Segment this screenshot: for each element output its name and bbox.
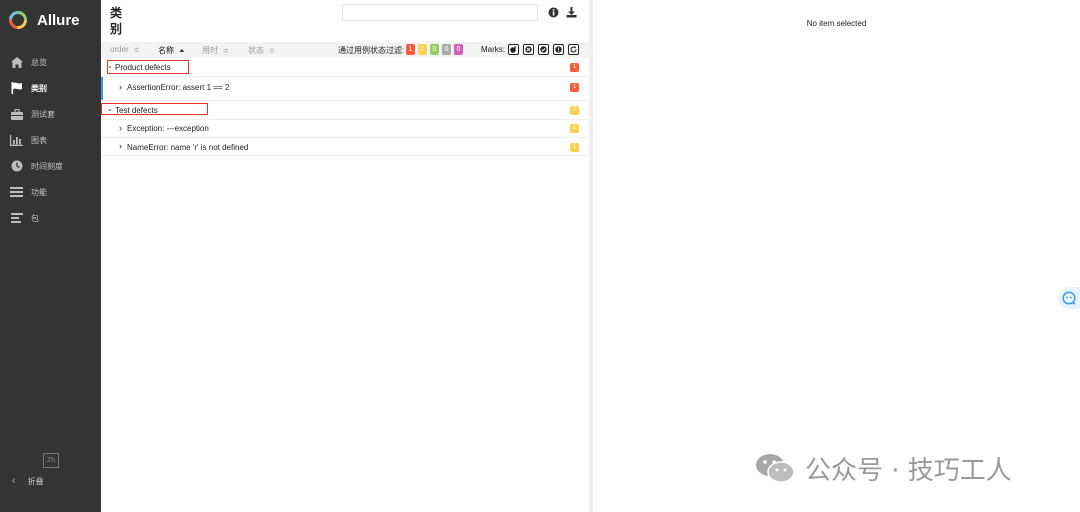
chevron-right-icon: › [119, 82, 122, 92]
sort-label: 名称 [158, 46, 174, 55]
categories-pane: 类别 order ≑ 名称 ⏶ 用时 ≑ 状态 ≑ 通过用例状态过滤: 1 2 0 0 … [101, 0, 589, 512]
tree-item[interactable]: › Exception: ---exception 1 [101, 120, 589, 138]
home-icon [10, 56, 23, 69]
tree-item[interactable]: › NameError: name 'r' is not defined 1 [101, 138, 589, 156]
empty-detail-text: No item selected [806, 19, 867, 28]
filter-skipped-badge[interactable]: 0 [442, 44, 451, 55]
item-count-badge: 1 [570, 124, 579, 133]
sidebar-item-timeline[interactable]: 时间刻度 [0, 153, 101, 179]
mark-retries-button[interactable] [568, 44, 579, 55]
item-count-badge: 1 [570, 143, 579, 152]
sidebar-nav: 总览 类别 测试套 图表 时间刻度 功能 包 [0, 49, 101, 231]
watermark-text: 公众号 · 技巧工人 [805, 455, 1012, 486]
sort-name[interactable]: 名称 ⏶ [158, 45, 185, 56]
marks-label: Marks: [481, 45, 505, 54]
sort-icon: ≑ [133, 47, 140, 54]
align-left-icon [10, 212, 23, 225]
sort-duration[interactable]: 用时 ≑ [202, 45, 229, 56]
filter-broken-badge[interactable]: 2 [418, 44, 427, 55]
bar-chart-icon [10, 134, 23, 147]
search-input[interactable] [342, 4, 538, 21]
new-passed-icon [540, 46, 547, 53]
sort-status[interactable]: 状态 ≑ [248, 45, 275, 56]
collapse-button[interactable]: ‹ 折叠 [12, 475, 44, 487]
page-title: 类别 [110, 6, 123, 36]
sidebar: Allure 总览 类别 测试套 图表 时间刻度 功能 包 Zh ‹ 折叠 [0, 0, 101, 512]
highlight-box [101, 103, 208, 115]
allure-logo-icon [9, 11, 27, 29]
sidebar-item-label: 功能 [31, 187, 47, 197]
sort-label: 状态 [248, 46, 264, 55]
detail-pane: No item selected [593, 0, 1080, 512]
clock-icon [10, 160, 23, 173]
chevron-left-icon: ‹ [12, 475, 16, 487]
item-count-badge: 1 [570, 83, 579, 92]
download-icon[interactable] [566, 7, 577, 18]
list-icon [10, 186, 23, 199]
highlight-box [107, 60, 189, 74]
filter-unknown-badge[interactable]: 0 [454, 44, 463, 55]
chat-button[interactable] [1058, 287, 1080, 309]
sort-asc-icon: ⏶ [179, 48, 185, 55]
chevron-right-icon: › [119, 123, 122, 133]
mark-new-failed-button[interactable] [523, 44, 534, 55]
group-count-badge: 1 [570, 63, 579, 72]
language-selector[interactable]: Zh [43, 453, 59, 468]
watermark: 公众号 · 技巧工人 [755, 450, 1012, 486]
refresh-icon [570, 46, 577, 53]
sidebar-item-packages[interactable]: 包 [0, 205, 101, 231]
sort-icon: ≑ [269, 48, 275, 55]
sidebar-item-label: 图表 [31, 135, 47, 145]
status-filter-label: 通过用例状态过滤: [338, 46, 405, 55]
brand[interactable]: Allure [8, 9, 80, 31]
collapse-label: 折叠 [27, 476, 44, 486]
mark-flaky-button[interactable] [508, 44, 519, 55]
sidebar-item-suites[interactable]: 测试套 [0, 101, 101, 127]
wechat-icon [756, 454, 795, 483]
filter-failed-badge[interactable]: 1 [406, 44, 415, 55]
new-failed-icon [525, 46, 532, 53]
tree-item[interactable]: › AssertionError: assert 1 == 2 1 [101, 77, 589, 101]
item-name: Exception: ---exception [127, 124, 209, 133]
sidebar-item-label: 类别 [31, 83, 47, 93]
sidebar-item-label: 测试套 [31, 109, 55, 119]
group-count-badge: 2 [570, 106, 579, 115]
sidebar-item-overview[interactable]: 总览 [0, 49, 101, 75]
mark-new-broken-button[interactable] [553, 44, 564, 55]
app-name: Allure [37, 11, 80, 29]
sidebar-item-label: 包 [31, 213, 39, 223]
tree-toolbar: order ≑ 名称 ⏶ 用时 ≑ 状态 ≑ 通过用例状态过滤: 1 2 0 0 0 M… [101, 42, 589, 58]
bomb-icon [510, 46, 516, 53]
item-name: NameError: name 'r' is not defined [127, 143, 249, 152]
filter-passed-badge[interactable]: 0 [430, 44, 439, 55]
chevron-right-icon: › [119, 141, 122, 151]
sort-label: 用时 [202, 46, 218, 55]
chat-icon [1062, 291, 1076, 305]
flag-icon [10, 82, 23, 95]
sidebar-item-graphs[interactable]: 图表 [0, 127, 101, 153]
mark-new-passed-button[interactable] [538, 44, 549, 55]
sort-icon: ≑ [223, 48, 229, 55]
info-icon[interactable] [548, 7, 559, 18]
new-broken-icon [555, 46, 562, 53]
sidebar-item-behaviors[interactable]: 功能 [0, 179, 101, 205]
sidebar-item-label: 总览 [31, 57, 47, 67]
briefcase-icon [10, 108, 23, 121]
sidebar-item-categories[interactable]: 类别 [0, 75, 101, 101]
sort-label: order [110, 45, 129, 54]
sort-order[interactable]: order ≑ [110, 45, 140, 54]
sidebar-item-label: 时间刻度 [31, 161, 63, 171]
item-name: AssertionError: assert 1 == 2 [127, 83, 230, 92]
